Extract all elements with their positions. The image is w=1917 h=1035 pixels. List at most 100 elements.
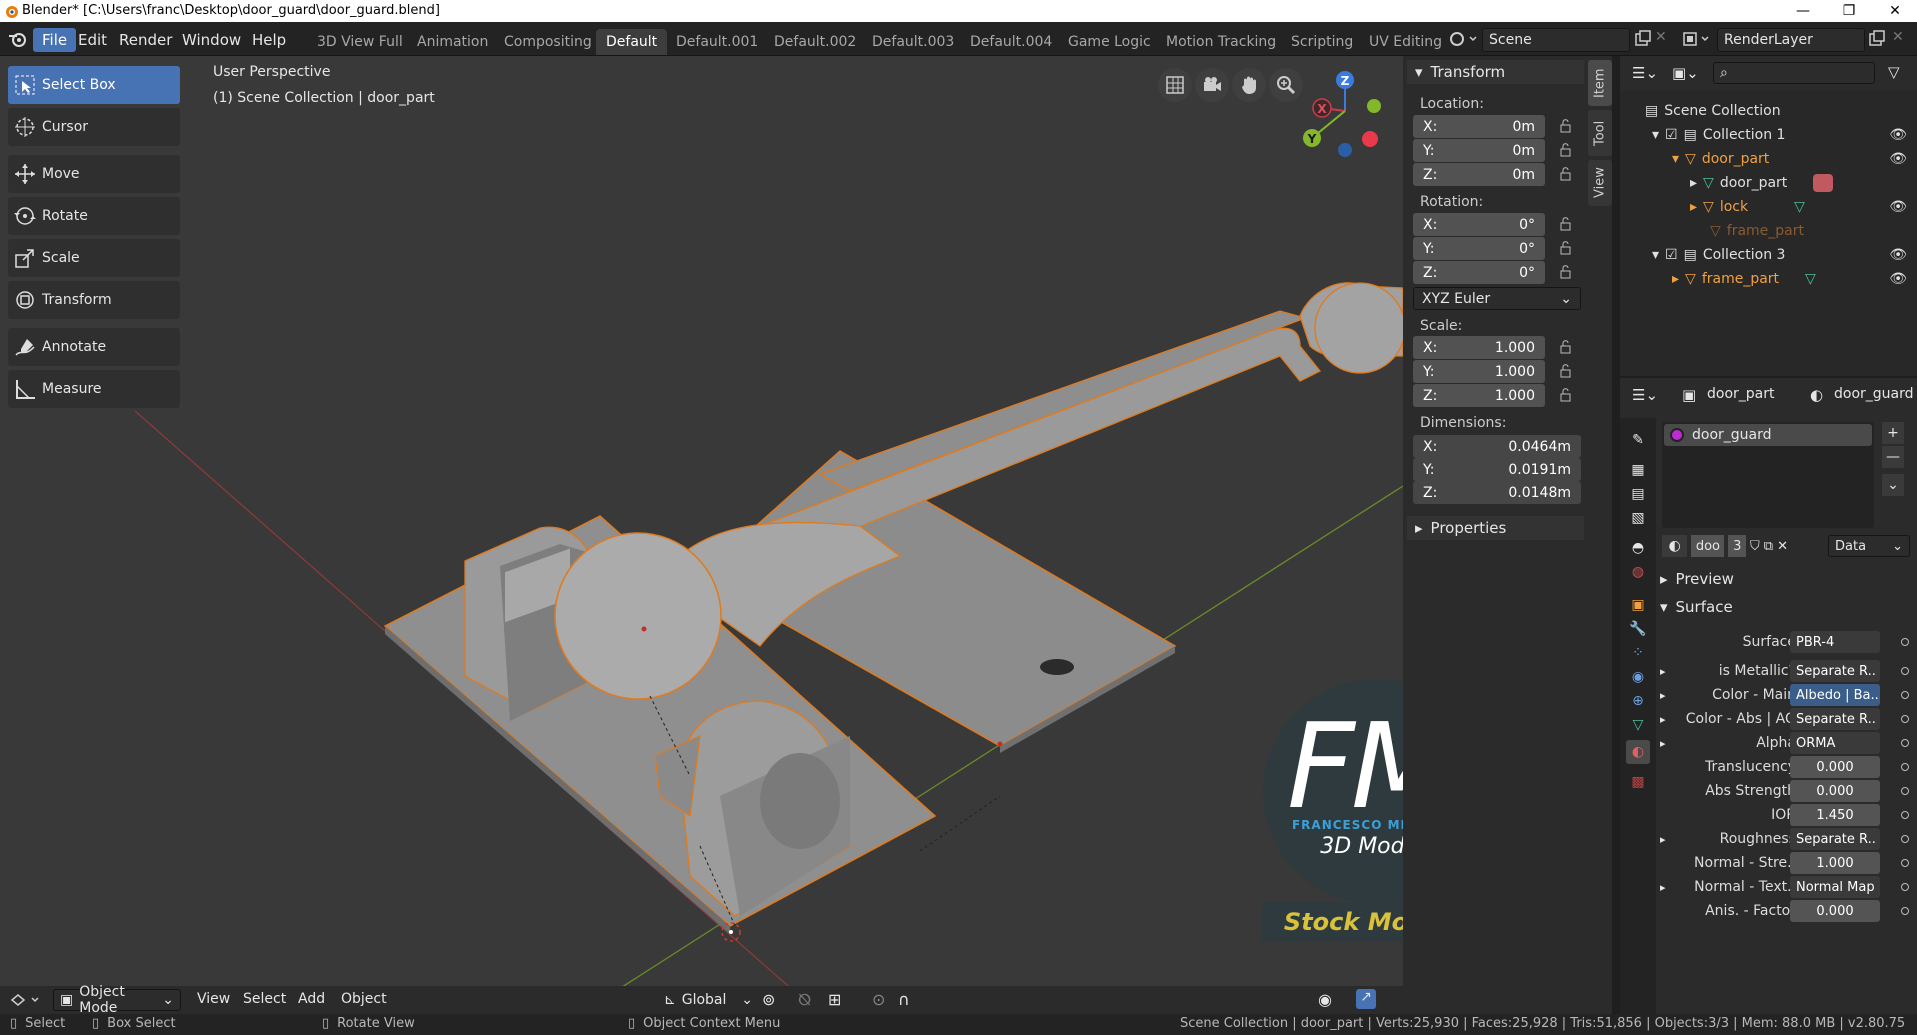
socket-icon[interactable] [1901,787,1909,795]
tab-default-002[interactable]: Default.002 [764,29,866,55]
prop-value[interactable]: Separate R.. [1790,660,1880,682]
chevron-right-icon[interactable]: ▸ [1660,689,1666,702]
tool-move[interactable]: Move [8,155,180,193]
surface-panel-header[interactable]: ▾ Surface [1660,598,1733,616]
browse-material-icon[interactable]: ◐ [1662,535,1688,557]
lock-location-z-icon[interactable] [1559,167,1573,181]
render-layer-field[interactable]: RenderLayer [1717,28,1865,52]
eye-icon[interactable]: 👁 [1889,199,1907,215]
prop-value[interactable]: Separate R.. [1790,828,1880,850]
pan-view-button[interactable] [1232,68,1266,102]
orientation-dropdown[interactable]: ⊾ Global ⌄ [658,989,753,1011]
filter-icon[interactable]: ▽ [1888,63,1900,81]
material-slot-list[interactable]: door_guard [1662,422,1874,528]
mode-dropdown[interactable]: ▣ Object Mode ⌄ [53,984,181,1016]
tab-default-001[interactable]: Default.001 [666,29,768,55]
add-slot-button[interactable]: + [1882,422,1904,444]
tool-measure[interactable]: Measure [8,370,180,408]
scale-x-field[interactable]: X: 1.000 [1413,336,1545,359]
checkbox-icon[interactable]: ☑ [1665,247,1678,263]
lock-scale-z-icon[interactable] [1559,388,1573,402]
tab-uv-editing[interactable]: UV Editing [1359,29,1452,55]
socket-icon[interactable] [1901,715,1909,723]
lock-location-x-icon[interactable] [1559,119,1573,133]
tool-annotate[interactable]: Annotate [8,328,180,366]
link-dropdown[interactable]: Data ⌄ [1828,535,1910,557]
dimension-x-field[interactable]: X: 0.0464m [1413,435,1581,458]
tab-game-logic[interactable]: Game Logic [1058,29,1161,55]
world-tab-icon[interactable]: ◍ [1626,560,1650,584]
socket-icon[interactable] [1901,835,1909,843]
socket-icon[interactable] [1901,691,1909,699]
tab-motion-tracking[interactable]: Motion Tracking [1156,29,1286,55]
fake-user-icon[interactable]: ⛉ [1750,539,1760,554]
chevron-right-icon[interactable]: ▸ [1660,737,1666,750]
snap-target-icon[interactable]: ⊞ [828,990,841,1009]
prop-value[interactable]: 0.000 [1790,756,1880,778]
tab-scripting[interactable]: Scripting [1281,29,1363,55]
add-menu[interactable]: Add [298,991,325,1007]
unlink-icon[interactable]: ✕ [1777,539,1788,554]
outliner-lock-object[interactable]: ▸ ▽ lock ▽ 👁 [1620,195,1917,219]
prop-value[interactable]: 1.000 [1790,852,1880,874]
menu-window[interactable]: Window [173,28,250,52]
lock-scale-x-icon[interactable] [1559,340,1573,354]
outliner-door-part-object[interactable]: ▾ ▽ door_part 👁 [1620,147,1917,171]
delete-layer-icon[interactable]: ✕ [1892,29,1904,45]
breadcrumb-material[interactable]: door_guard [1834,386,1914,402]
display-mode-icon[interactable]: ☰⌄ [1632,64,1658,82]
lock-location-y-icon[interactable] [1559,143,1573,157]
checkbox-icon[interactable]: ☑ [1665,127,1678,143]
mesh-data-tab-icon[interactable]: ▽ [1626,713,1650,737]
lock-scale-y-icon[interactable] [1559,364,1573,378]
particles-tab-icon[interactable]: ⁘ [1626,641,1650,665]
socket-icon[interactable] [1901,811,1909,819]
new-layer-icon[interactable] [1868,30,1886,48]
preview-panel-header[interactable]: ▸ Preview [1660,570,1734,588]
dimension-z-field[interactable]: Z: 0.0148m [1413,481,1581,504]
slot-specials-button[interactable]: ⌄ [1882,474,1904,496]
3d-viewport[interactable]: Select Box Cursor Move Rotate Scale Tran… [0,56,1403,1014]
object-tab-icon[interactable]: ▣ [1626,593,1650,617]
socket-icon[interactable] [1901,739,1909,747]
blender-menu-icon[interactable] [8,30,28,48]
prop-value[interactable]: Normal Map [1790,876,1880,898]
new-scene-icon[interactable] [1634,30,1652,48]
material-tab-icon[interactable]: ◐ [1626,740,1650,764]
socket-icon[interactable] [1901,638,1909,646]
tool-settings-tab-icon[interactable]: ✎ [1626,428,1650,452]
modifier-tab-icon[interactable]: 🔧 [1626,617,1650,641]
view-menu[interactable]: View [197,991,230,1007]
properties-panel-header[interactable]: ▸ Properties [1407,516,1584,540]
rotation-z-field[interactable]: Z: 0° [1413,261,1545,284]
object-menu[interactable]: Object [341,991,387,1007]
location-z-field[interactable]: Z: 0m [1413,163,1545,186]
socket-icon[interactable] [1901,883,1909,891]
eye-icon[interactable]: 👁 [1889,271,1907,287]
close-button[interactable]: ✕ [1872,0,1917,22]
breadcrumb-object[interactable]: door_part [1707,386,1774,402]
dimension-y-field[interactable]: Y: 0.0191m [1413,458,1581,481]
scale-y-field[interactable]: Y: 1.000 [1413,360,1545,383]
outliner-scene-collection[interactable]: ▤ Scene Collection [1620,99,1917,123]
tab-compositing[interactable]: Compositing [494,29,602,55]
outliner-frame-part-child[interactable]: ▽ frame_part [1620,219,1917,243]
view-layer-selector-icon[interactable] [1682,30,1712,48]
falloff-icon[interactable]: ∩ [898,990,910,1009]
maximize-button[interactable]: ❐ [1826,0,1872,22]
eye-icon[interactable]: 👁 [1889,127,1907,143]
tab-default-004[interactable]: Default.004 [960,29,1062,55]
view-layer-icon[interactable]: ▣⌄ [1672,64,1699,82]
physics-tab-icon[interactable]: ◉ [1626,665,1650,689]
tool-select-box[interactable]: Select Box [8,66,180,104]
chevron-right-icon[interactable]: ▸ [1660,665,1666,678]
socket-icon[interactable] [1901,907,1909,915]
outliner-frame-part-object[interactable]: ▸ ▽ frame_part ▽ 👁 [1620,267,1917,291]
snap-icon[interactable]: ⦰ [798,990,811,1010]
pivot-icon[interactable]: ⊚ [762,990,775,1009]
tab-default[interactable]: Default [596,29,668,55]
constraints-tab-icon[interactable]: ⊕ [1626,689,1650,713]
menu-help[interactable]: Help [243,28,295,52]
user-count-badge[interactable]: 3 [1728,535,1747,557]
lock-rotation-y-icon[interactable] [1559,241,1573,255]
